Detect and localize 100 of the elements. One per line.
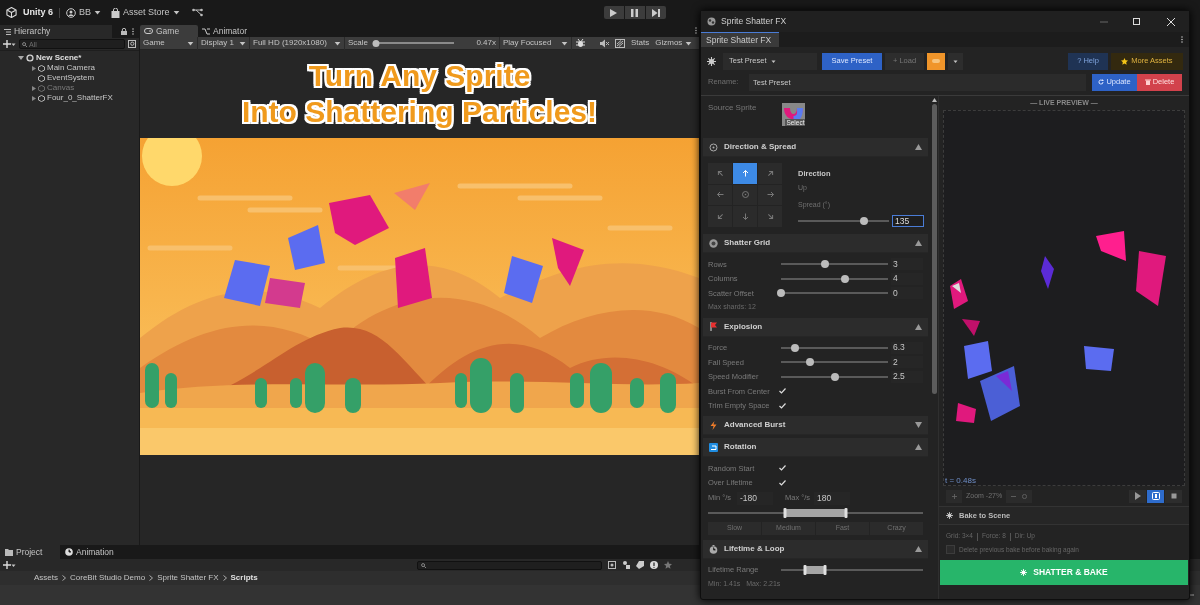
- hierarchy-item[interactable]: Main Camera: [47, 62, 95, 74]
- section-header[interactable]: Direction & Spread: [703, 138, 928, 157]
- breadcrumb-link[interactable]: CoreBit Studio Demo: [70, 572, 146, 584]
- rotate-icon: [709, 442, 718, 452]
- collapse-arrow-icon[interactable]: [915, 444, 922, 450]
- dropdown[interactable]: Game: [140, 36, 198, 50]
- section-title: Explosion: [724, 320, 763, 333]
- pause-icon: [1151, 492, 1160, 500]
- arrow-icon: [716, 191, 724, 199]
- chevron-icon: [62, 575, 66, 581]
- dropdown[interactable]: Full HD (1920x1080): [250, 36, 345, 50]
- tag-icon[interactable]: [636, 561, 644, 569]
- breadcrumb-link[interactable]: Scripts: [230, 572, 258, 584]
- account-icon: [66, 7, 76, 18]
- caret-icon: [187, 39, 194, 47]
- hierarchy-tab[interactable]: Hierarchy: [0, 25, 112, 38]
- asset-store-button[interactable]: Asset Store: [111, 5, 180, 20]
- hierarchy-item[interactable]: EventSystem: [47, 72, 95, 84]
- slider-thumb[interactable]: [805, 358, 814, 367]
- expand-arrow-icon[interactable]: [915, 422, 922, 428]
- slider-thumb[interactable]: [790, 343, 799, 352]
- panel-tab[interactable]: Project: [0, 545, 60, 559]
- scroll-up-icon[interactable]: [931, 98, 937, 102]
- add-button[interactable]: [3, 40, 16, 48]
- caret-icon: [11, 562, 16, 568]
- caret-icon: [11, 41, 16, 47]
- range-thumb[interactable]: [844, 508, 848, 518]
- slider-thumb[interactable]: [841, 274, 850, 283]
- game-tab[interactable]: Animator: [198, 25, 258, 37]
- game-tab[interactable]: Game: [140, 25, 198, 37]
- slider-thumb[interactable]: [820, 260, 829, 269]
- breadcrumb-link[interactable]: Sprite Shatter FX: [157, 572, 219, 584]
- direction-button[interactable]: [733, 184, 757, 206]
- number-field[interactable]: 135: [892, 215, 924, 228]
- slider-thumb[interactable]: [372, 39, 380, 47]
- step-icon: [651, 8, 660, 17]
- account-button[interactable]: BB: [66, 5, 102, 20]
- window-tab[interactable]: Sprite Shatter FX: [701, 32, 779, 47]
- range-thumb[interactable]: [783, 508, 787, 518]
- expand-arrow-icon[interactable]: [32, 95, 36, 101]
- search-field[interactable]: [417, 560, 602, 570]
- refresh-icon: [1098, 79, 1105, 85]
- chevron-icon: [222, 575, 227, 581]
- expand-arrow-icon[interactable]: [32, 65, 36, 71]
- step-button[interactable]: [645, 6, 666, 19]
- playback-button[interactable]: [1147, 489, 1164, 503]
- stats-grid-icon[interactable]: [615, 38, 625, 48]
- bug-icon[interactable]: [576, 38, 585, 48]
- checkbox[interactable]: [778, 386, 787, 396]
- play-button[interactable]: [603, 6, 624, 19]
- range-thumb[interactable]: [823, 565, 827, 575]
- dropdown[interactable]: Display 1: [198, 36, 250, 50]
- play-mode-dropdown[interactable]: Play Focused: [500, 36, 572, 50]
- collapse-arrow-icon[interactable]: [915, 240, 922, 246]
- shopping-bag-icon: [111, 7, 121, 18]
- center-target-icon: [741, 191, 749, 199]
- checkbox[interactable]: [778, 463, 787, 473]
- scrollbar-thumb[interactable]: [931, 104, 937, 394]
- arrow-icon: [741, 169, 749, 177]
- expand-arrow-icon[interactable]: [18, 55, 24, 61]
- pause-button[interactable]: [624, 6, 645, 19]
- checkbox[interactable]: [946, 545, 955, 554]
- scene-name[interactable]: New Scene*: [36, 52, 82, 64]
- lock-icon[interactable]: [121, 28, 127, 35]
- search-by-type-icon[interactable]: [608, 561, 616, 569]
- section-header[interactable]: Rotation: [703, 438, 928, 457]
- panel-tab[interactable]: Animation: [60, 545, 130, 559]
- section-header[interactable]: Lifetime & Loop: [703, 540, 928, 559]
- checkbox[interactable]: [778, 401, 787, 411]
- slider-thumb[interactable]: [777, 289, 785, 298]
- collapse-arrow-icon[interactable]: [915, 546, 922, 552]
- section-header[interactable]: Explosion: [703, 317, 928, 337]
- slider-thumb[interactable]: [830, 372, 839, 381]
- pause-icon: [631, 8, 639, 17]
- version-control-icon[interactable]: [191, 8, 203, 17]
- scene-search-icon[interactable]: [128, 40, 136, 48]
- toolbar-button[interactable]: Gizmos: [652, 36, 686, 50]
- caret-icon: [239, 39, 246, 47]
- section-header[interactable]: Shatter Grid: [703, 234, 928, 253]
- lightning-icon: [709, 420, 718, 430]
- checkbox[interactable]: [778, 478, 787, 488]
- more-dropdown-button[interactable]: [948, 52, 963, 70]
- collapse-arrow-icon[interactable]: [915, 323, 922, 330]
- slider-thumb[interactable]: [860, 217, 869, 226]
- hierarchy-item[interactable]: Four_0_ShatterFX: [47, 92, 113, 104]
- star-icon[interactable]: [664, 561, 672, 569]
- trash-icon: [1144, 79, 1151, 85]
- shapes-icon[interactable]: [622, 561, 630, 569]
- range-thumb[interactable]: [803, 565, 807, 575]
- add-button[interactable]: [3, 561, 16, 569]
- collapse-arrow-icon[interactable]: [915, 144, 922, 150]
- toolbar-button[interactable]: Stats: [628, 36, 653, 50]
- warning-icon[interactable]: [650, 561, 658, 569]
- mute-audio-icon[interactable]: [600, 38, 609, 48]
- edit-button[interactable]: [927, 52, 945, 70]
- folder-icon: [5, 548, 13, 556]
- maximize-icon[interactable]: [1133, 18, 1140, 25]
- section-header[interactable]: Advanced Burst: [703, 416, 928, 435]
- breadcrumb-link[interactable]: Assets: [34, 572, 58, 584]
- close-icon[interactable]: [1167, 17, 1175, 26]
